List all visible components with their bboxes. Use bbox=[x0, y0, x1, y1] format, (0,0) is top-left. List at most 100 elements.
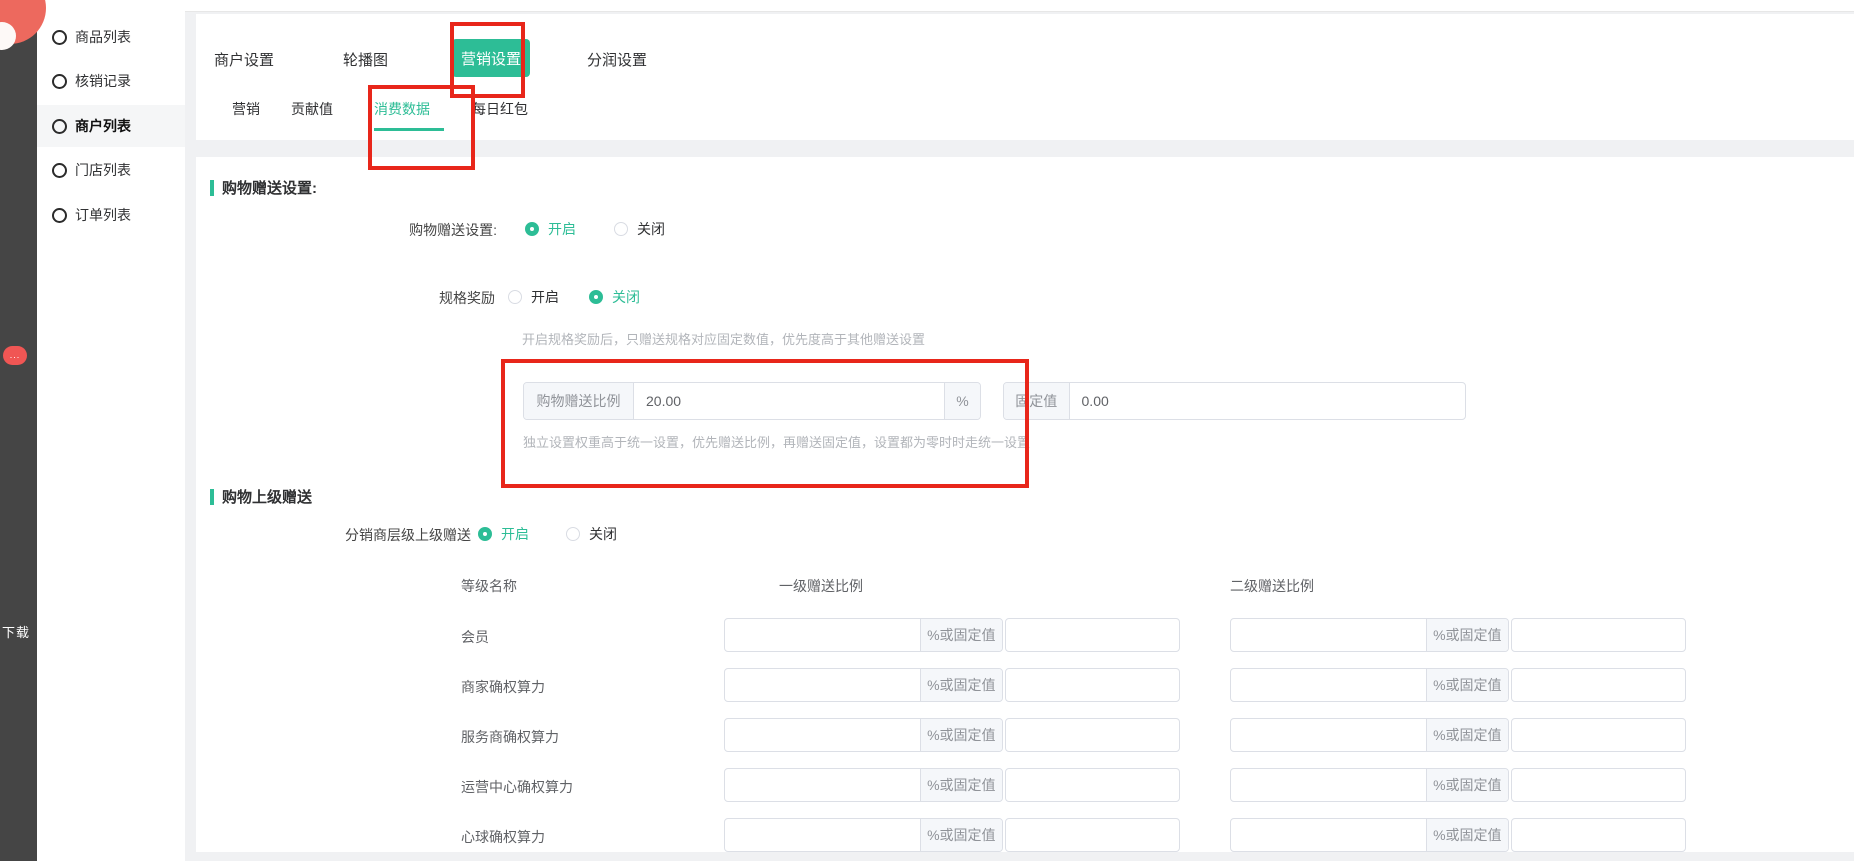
level-row-label: 心球确权算力 bbox=[461, 827, 545, 847]
level1-ratio-input[interactable] bbox=[725, 619, 920, 651]
radio-on[interactable]: 开启 bbox=[525, 219, 576, 239]
level1-extra-input[interactable] bbox=[1006, 719, 1179, 751]
radio-off[interactable]: 关闭 bbox=[614, 219, 665, 239]
dark-rail bbox=[0, 0, 37, 861]
level1-ratio-input[interactable] bbox=[725, 769, 920, 801]
sidebar-item-merchant-list[interactable]: 商户列表 bbox=[37, 105, 185, 147]
section-title-text: 购物上级赠送 bbox=[222, 486, 312, 507]
level2-ratio-input[interactable] bbox=[1231, 769, 1426, 801]
spec-reward-label: 规格奖励 bbox=[375, 288, 495, 308]
gift-ratio-input-group: 购物赠送比例 % bbox=[523, 382, 981, 420]
level1-extra-input-box bbox=[1005, 768, 1180, 802]
level1-extra-input-box bbox=[1005, 718, 1180, 752]
level2-extra-input[interactable] bbox=[1512, 819, 1685, 851]
radio-dot-unselected bbox=[508, 290, 522, 304]
radio-on[interactable]: 开启 bbox=[478, 524, 529, 544]
level2-ratio-group: %或固定值 bbox=[1230, 618, 1509, 652]
fixed-value-input-group: 固定值 bbox=[1003, 382, 1466, 420]
subtab-daily-redpacket[interactable]: 每日红包 bbox=[472, 99, 528, 119]
level1-extra-input[interactable] bbox=[1006, 669, 1179, 701]
level1-ratio-group: %或固定值 bbox=[724, 718, 1003, 752]
ratio-addon: %或固定值 bbox=[920, 769, 1002, 801]
sidebar-item-label: 订单列表 bbox=[75, 205, 131, 225]
circle-icon bbox=[52, 163, 67, 178]
level2-ratio-input[interactable] bbox=[1231, 669, 1426, 701]
level1-extra-input[interactable] bbox=[1006, 769, 1179, 801]
radio-off[interactable]: 关闭 bbox=[566, 524, 617, 544]
level2-ratio-group: %或固定值 bbox=[1230, 818, 1509, 852]
level2-ratio-input[interactable] bbox=[1231, 719, 1426, 751]
tab-carousel[interactable]: 轮播图 bbox=[343, 49, 388, 70]
circle-icon bbox=[52, 208, 67, 223]
level2-extra-input[interactable] bbox=[1512, 719, 1685, 751]
distributor-upper-gift-radios: 开启 关闭 bbox=[478, 524, 617, 544]
admin-page: ... 下载 商品列表 核销记录 商户列表 门店列表 订单列表 商户设置 轮播图… bbox=[0, 0, 1854, 861]
gift-ratio-addon-label: 购物赠送比例 bbox=[524, 383, 634, 419]
level1-ratio-input[interactable] bbox=[725, 819, 920, 851]
sidebar-item-store-list[interactable]: 门店列表 bbox=[37, 149, 185, 191]
radio-dot-selected bbox=[525, 222, 539, 236]
radio-on[interactable]: 开启 bbox=[508, 287, 559, 307]
radio-label: 开启 bbox=[548, 219, 576, 239]
subtab-consumption-data[interactable]: 消费数据 bbox=[374, 99, 430, 119]
ratio-addon: %或固定值 bbox=[1426, 769, 1508, 801]
radio-label: 开启 bbox=[531, 287, 559, 307]
level2-extra-input[interactable] bbox=[1512, 769, 1685, 801]
spec-reward-radios: 开启 关闭 bbox=[508, 287, 640, 307]
tab-marketing-settings[interactable]: 营销设置 bbox=[452, 39, 530, 77]
table-header-level2-ratio: 二级赠送比例 bbox=[1230, 576, 1314, 596]
level1-ratio-input[interactable] bbox=[725, 669, 920, 701]
level1-extra-input-box bbox=[1005, 818, 1180, 852]
radio-dot-selected bbox=[478, 527, 492, 541]
level1-ratio-input[interactable] bbox=[725, 719, 920, 751]
download-tag[interactable]: 下载 bbox=[2, 622, 30, 641]
level2-ratio-input[interactable] bbox=[1231, 819, 1426, 851]
radio-dot-unselected bbox=[614, 222, 628, 236]
tab-profit-settings[interactable]: 分润设置 bbox=[587, 49, 647, 70]
radio-dot-selected bbox=[589, 290, 603, 304]
distributor-upper-gift-label: 分销商层级上级赠送 bbox=[300, 525, 471, 545]
sidebar-item-order-list[interactable]: 订单列表 bbox=[37, 194, 185, 236]
level1-ratio-group: %或固定值 bbox=[724, 818, 1003, 852]
level2-extra-input[interactable] bbox=[1512, 669, 1685, 701]
sidebar-item-label: 商户列表 bbox=[75, 116, 131, 136]
radio-label: 关闭 bbox=[589, 524, 617, 544]
radio-off[interactable]: 关闭 bbox=[589, 287, 640, 307]
level-row-label: 服务商确权算力 bbox=[461, 727, 559, 747]
ratio-addon: %或固定值 bbox=[920, 719, 1002, 751]
table-header-level-name: 等级名称 bbox=[461, 576, 517, 596]
subtab-contribution[interactable]: 贡献值 bbox=[291, 99, 333, 119]
top-header-strip bbox=[37, 0, 1854, 12]
radio-dot-unselected bbox=[566, 527, 580, 541]
gift-ratio-input[interactable] bbox=[634, 383, 934, 419]
ratio-addon: %或固定值 bbox=[1426, 719, 1508, 751]
subtab-marketing[interactable]: 营销 bbox=[232, 99, 260, 119]
radio-label: 关闭 bbox=[612, 287, 640, 307]
level2-ratio-input[interactable] bbox=[1231, 619, 1426, 651]
fixed-value-input[interactable] bbox=[1070, 383, 1465, 419]
level2-ratio-group: %或固定值 bbox=[1230, 768, 1509, 802]
sidebar-item-goods-list[interactable]: 商品列表 bbox=[37, 16, 185, 58]
sidebar-item-label: 核销记录 bbox=[75, 71, 131, 91]
level1-extra-input[interactable] bbox=[1006, 819, 1179, 851]
level1-extra-input[interactable] bbox=[1006, 619, 1179, 651]
ratio-addon: %或固定值 bbox=[920, 619, 1002, 651]
level2-extra-input[interactable] bbox=[1512, 619, 1685, 651]
level1-ratio-group: %或固定值 bbox=[724, 668, 1003, 702]
level2-extra-input-box bbox=[1511, 618, 1686, 652]
level2-extra-input-box bbox=[1511, 768, 1686, 802]
more-bubble-icon[interactable]: ... bbox=[3, 346, 27, 365]
ratio-addon: %或固定值 bbox=[920, 819, 1002, 851]
level2-extra-input-box bbox=[1511, 668, 1686, 702]
level1-ratio-group: %或固定值 bbox=[724, 618, 1003, 652]
tabs-card bbox=[196, 14, 1854, 140]
sidebar-item-label: 商品列表 bbox=[75, 27, 131, 47]
level2-ratio-group: %或固定值 bbox=[1230, 668, 1509, 702]
level2-ratio-group: %或固定值 bbox=[1230, 718, 1509, 752]
circle-icon bbox=[52, 30, 67, 45]
section-title-gift-settings: 购物赠送设置: bbox=[210, 177, 317, 198]
tab-merchant-settings[interactable]: 商户设置 bbox=[214, 49, 274, 70]
ratio-addon: %或固定值 bbox=[1426, 819, 1508, 851]
section-title-upper-gift: 购物上级赠送 bbox=[210, 486, 312, 507]
sidebar-item-verify-records[interactable]: 核销记录 bbox=[37, 60, 185, 102]
